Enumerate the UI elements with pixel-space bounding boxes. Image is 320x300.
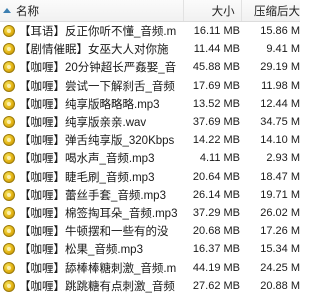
file-compressed-size: 26.02 M [260, 206, 300, 219]
file-name: 【咖喱】棉签掏耳朵_音频.mp3 [19, 207, 178, 220]
column-header-compressed-label: 压缩后大 [254, 5, 300, 18]
file-name: 【剧情催眠】女巫大人对你施 [19, 44, 169, 57]
file-row[interactable]: 【耳语】反正你听不懂_音频.m 16.11 MB 15.86 M [0, 22, 300, 40]
file-row[interactable]: 【咖喱】松果_音频.mp3 16.37 MB 15.34 M [0, 240, 300, 258]
file-name: 【咖喱】弹舌纯享版_320Kbps [19, 135, 175, 148]
file-compressed-size: 24.25 M [260, 261, 300, 274]
file-name: 【耳语】反正你听不懂_音频.m [19, 26, 177, 39]
audio-file-icon [3, 61, 15, 74]
audio-file-icon [3, 134, 15, 147]
file-name: 【咖喱】纯享版亲亲.wav [19, 117, 147, 130]
file-size: 27.62 MB [192, 279, 240, 292]
file-name: 【咖喱】舔棒棒糖刺激_音频.m [19, 262, 177, 275]
file-row[interactable]: 【咖喱】20分钟超长严姦娶_音 45.88 MB 29.19 M [0, 58, 300, 76]
column-header-size-label: 大小 [211, 5, 235, 18]
file-name: 【咖喱】尝试一下解刹舌_音频 [19, 80, 175, 93]
file-row[interactable]: 【咖喱】舔棒棒糖刺激_音频.m 44.19 MB 24.25 M [0, 258, 300, 276]
file-row[interactable]: 【咖喱】喝水声_音频.mp3 4.11 MB 2.93 M [0, 149, 300, 167]
audio-file-icon [3, 152, 15, 165]
file-name: 【咖喱】松果_音频.mp3 [19, 244, 143, 257]
file-name: 【咖喱】喝水声_音频.mp3 [19, 153, 155, 166]
file-row[interactable]: 【咖喱】纯享版略略略.mp3 13.52 MB 12.44 M [0, 95, 300, 113]
audio-file-icon [3, 97, 15, 110]
file-compressed-size: 18.47 M [260, 170, 300, 183]
file-compressed-size: 17.26 M [260, 225, 300, 238]
file-size: 16.11 MB [193, 25, 240, 38]
file-size: 20.64 MB [192, 170, 240, 183]
audio-file-icon [3, 79, 15, 92]
column-header-compressed[interactable]: 压缩后大 [240, 0, 300, 21]
file-size: 17.69 MB [192, 79, 240, 92]
file-compressed-size: 34.75 M [260, 116, 300, 129]
file-compressed-size: 29.19 M [260, 61, 300, 74]
file-row[interactable]: 【咖喱】弹舌纯享版_320Kbps 14.22 MB 14.10 M [0, 131, 300, 149]
file-row[interactable]: 【咖喱】蕾丝手套_音频.mp3 26.14 MB 19.71 M [0, 186, 300, 204]
file-size: 20.68 MB [192, 225, 240, 238]
file-compressed-size: 11.98 M [261, 79, 300, 92]
column-header-name-label: 名称 [16, 5, 39, 18]
file-size: 37.69 MB [192, 116, 240, 129]
file-compressed-size: 9.41 M [266, 43, 300, 56]
file-row[interactable]: 【剧情催眠】女巫大人对你施 11.44 MB 9.41 M [0, 40, 300, 58]
audio-file-icon [3, 25, 15, 38]
file-size: 11.44 MB [193, 43, 240, 56]
file-name: 【咖喱】跳跳糖有点刺激_音频 [19, 280, 175, 293]
file-compressed-size: 15.34 M [260, 243, 300, 256]
file-size: 45.88 MB [192, 61, 240, 74]
file-row[interactable]: 【咖喱】睫毛刷_音频.mp3 20.64 MB 18.47 M [0, 168, 300, 186]
column-header-name[interactable]: 名称 [0, 0, 183, 21]
audio-file-icon [3, 43, 15, 56]
file-compressed-size: 14.10 M [260, 134, 300, 147]
file-compressed-size: 12.44 M [260, 97, 300, 110]
audio-file-icon [3, 188, 15, 201]
audio-file-icon [3, 206, 15, 219]
file-name: 【咖喱】20分钟超长严姦娶_音 [19, 62, 177, 75]
audio-file-icon [3, 116, 15, 129]
file-row[interactable]: 【咖喱】纯享版亲亲.wav 37.69 MB 34.75 M [0, 113, 300, 131]
file-size: 4.11 MB [199, 152, 240, 165]
audio-file-icon [3, 279, 15, 292]
file-compressed-size: 2.93 M [266, 152, 300, 165]
file-name: 【咖喱】蕾丝手套_音频.mp3 [19, 189, 166, 202]
file-compressed-size: 20.88 M [260, 279, 300, 292]
file-row[interactable]: 【咖喱】牛顿摆和一些有的没 20.68 MB 17.26 M [0, 222, 300, 240]
audio-file-icon [3, 225, 15, 238]
audio-file-icon [3, 261, 15, 274]
file-size: 16.37 MB [192, 243, 240, 256]
sort-ascending-icon[interactable] [3, 8, 11, 13]
file-size: 44.19 MB [192, 261, 240, 274]
column-header-size[interactable]: 大小 [183, 0, 241, 21]
file-name: 【咖喱】牛顿摆和一些有的没 [19, 226, 169, 239]
file-compressed-size: 19.71 M [260, 188, 300, 201]
file-row[interactable]: 【咖喱】跳跳糖有点刺激_音频 27.62 MB 20.88 M [0, 277, 300, 295]
file-size: 26.14 MB [192, 188, 240, 201]
audio-file-icon [3, 243, 15, 256]
file-list-view: 名称 大小 压缩后大 【耳语】反正你听不懂_音频.m 16.11 MB 15.8… [0, 0, 300, 300]
file-rows: 【耳语】反正你听不懂_音频.m 16.11 MB 15.86 M 【剧情催眠】女… [0, 22, 300, 295]
file-row[interactable]: 【咖喱】尝试一下解刹舌_音频 17.69 MB 11.98 M [0, 77, 300, 95]
file-row[interactable]: 【咖喱】棉签掏耳朵_音频.mp3 37.29 MB 26.02 M [0, 204, 300, 222]
file-size: 13.52 MB [192, 97, 240, 110]
file-size: 14.22 MB [192, 134, 240, 147]
file-size: 37.29 MB [192, 206, 240, 219]
column-header-bar: 名称 大小 压缩后大 [0, 0, 300, 22]
file-name: 【咖喱】睫毛刷_音频.mp3 [19, 171, 155, 184]
audio-file-icon [3, 170, 15, 183]
file-name: 【咖喱】纯享版略略略.mp3 [19, 98, 160, 111]
file-compressed-size: 15.86 M [260, 25, 300, 38]
